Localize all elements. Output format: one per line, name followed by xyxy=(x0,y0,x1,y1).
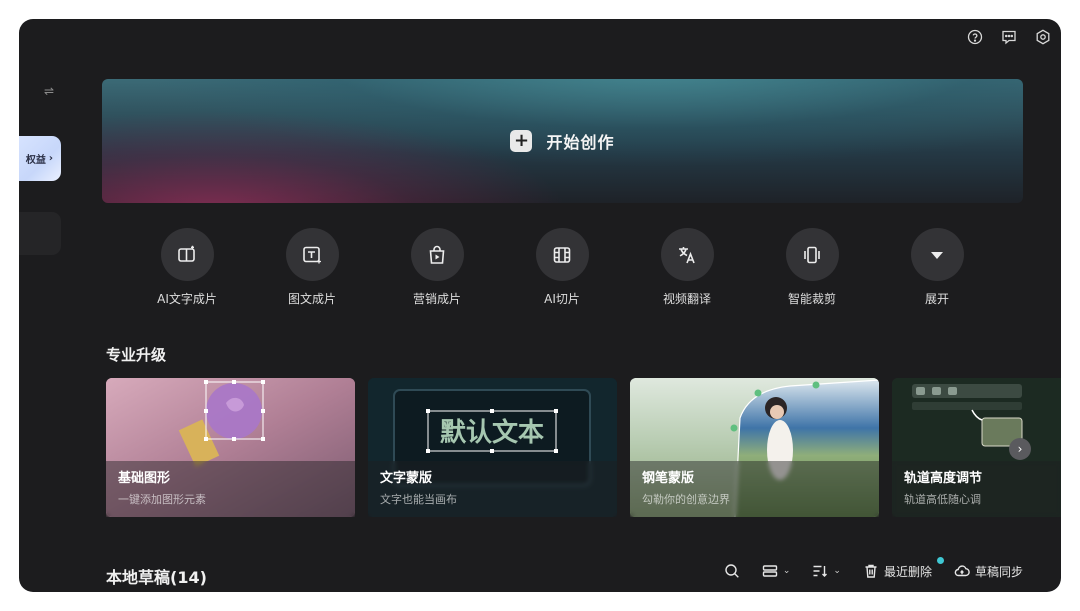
cards-next-button[interactable]: › xyxy=(1009,438,1031,460)
chevron-right-icon: › xyxy=(48,153,53,164)
tool-ai-text-video[interactable]: AI文字成片 xyxy=(147,228,227,307)
chevron-right-icon: › xyxy=(1017,442,1023,456)
view-mode-dropdown[interactable]: ⌄ xyxy=(762,563,791,579)
card-subtitle: 勾勒你的创意边界 xyxy=(642,493,730,506)
tool-label: 营销成片 xyxy=(412,292,461,306)
search-button[interactable] xyxy=(724,563,740,579)
tool-smart-crop[interactable]: 智能裁剪 xyxy=(772,228,852,307)
sort-icon xyxy=(813,565,828,577)
ai-clip-icon xyxy=(535,228,589,281)
tool-image-text-video[interactable]: 图文成片 xyxy=(272,228,352,307)
swap-icon[interactable]: ⇌ xyxy=(41,84,57,98)
feedback-icon[interactable] xyxy=(999,27,1019,47)
search-icon xyxy=(725,564,739,578)
start-creation-label: 开始创作 xyxy=(546,133,615,152)
vip-benefits-label: 权益 xyxy=(25,155,46,166)
drafts-toolbar: ⌄ ⌄ 最近删除 草稿同步 xyxy=(702,556,1023,581)
sidebar-item[interactable] xyxy=(19,212,61,255)
help-icon[interactable] xyxy=(965,27,985,47)
card-title: 基础图形 xyxy=(118,471,171,486)
card-subtitle: 轨道高低随心调 xyxy=(904,493,981,506)
recent-delete-button[interactable]: 最近删除 xyxy=(863,556,944,580)
image-text-video-icon xyxy=(285,228,339,281)
section-title: 专业升级 xyxy=(106,346,167,364)
tool-label: AI切片 xyxy=(544,292,580,306)
tool-expand[interactable]: 展开 xyxy=(897,228,977,307)
recent-delete-label: 最近删除 xyxy=(883,564,932,579)
draft-sync-label: 草稿同步 xyxy=(974,564,1023,579)
card-track-height[interactable]: 轨道高度调节 轨道高低随心调 xyxy=(892,378,1061,517)
cloud-sync-icon xyxy=(954,565,970,577)
translate-icon xyxy=(660,228,714,281)
chevron-down-icon: ⌄ xyxy=(833,566,841,576)
top-right-toolbar xyxy=(965,27,1053,47)
marketing-video-icon xyxy=(410,228,464,281)
settings-icon[interactable] xyxy=(1033,27,1053,47)
mask-sample-text: 默认文本 xyxy=(440,417,544,448)
card-title: 轨道高度调节 xyxy=(904,471,983,486)
tool-label: 图文成片 xyxy=(287,292,336,306)
tool-label: 展开 xyxy=(924,292,949,306)
card-subtitle: 一键添加图形元素 xyxy=(118,493,206,506)
card-subtitle: 文字也能当画布 xyxy=(380,493,457,506)
card-basic-shapes[interactable]: 基础图形 一键添加图形元素 xyxy=(106,378,355,517)
card-text-mask[interactable]: 默认文本 文字蒙版 文字也能当画布 xyxy=(368,378,617,517)
card-title: 钢笔蒙版 xyxy=(642,471,695,486)
tool-label: AI文字成片 xyxy=(157,292,217,306)
tool-marketing-video[interactable]: 营销成片 xyxy=(397,228,477,307)
card-title: 文字蒙版 xyxy=(380,471,433,486)
smart-crop-icon xyxy=(785,228,839,281)
local-drafts-title: 本地草稿(14) xyxy=(106,568,207,587)
tool-label: 智能裁剪 xyxy=(787,292,836,306)
app-window: ⇌ 权益 › + 开始创作 AI文字成片 图文成片 营销成片 AI切片 视频翻译… xyxy=(19,19,1061,592)
ai-text-video-icon xyxy=(160,228,214,281)
card-pen-mask[interactable]: 钢笔蒙版 勾勒你的创意边界 xyxy=(630,378,879,517)
notification-dot xyxy=(936,556,944,564)
sort-dropdown[interactable]: ⌄ xyxy=(812,563,841,579)
feature-cards: 基础图形 一键添加图形元素 默认文本 文字蒙版 文字也能当画布 钢笔蒙版 勾勒你… xyxy=(106,378,1061,518)
chevron-down-icon: ⌄ xyxy=(782,566,791,576)
vip-benefits-button[interactable]: 权益 › xyxy=(19,136,61,181)
list-view-icon xyxy=(762,565,778,577)
draft-sync-button[interactable]: 草稿同步 xyxy=(954,563,1023,580)
plus-icon: + xyxy=(510,130,533,152)
expand-icon xyxy=(910,228,964,281)
tool-video-translate[interactable]: 视频翻译 xyxy=(647,228,727,307)
start-creation-button[interactable]: + 开始创作 xyxy=(102,79,1023,203)
quick-tools: AI文字成片 图文成片 营销成片 AI切片 视频翻译 智能裁剪 展开 xyxy=(147,228,977,308)
tool-label: 视频翻译 xyxy=(662,292,711,306)
tool-ai-clip[interactable]: AI切片 xyxy=(522,228,602,307)
trash-icon xyxy=(865,564,877,578)
